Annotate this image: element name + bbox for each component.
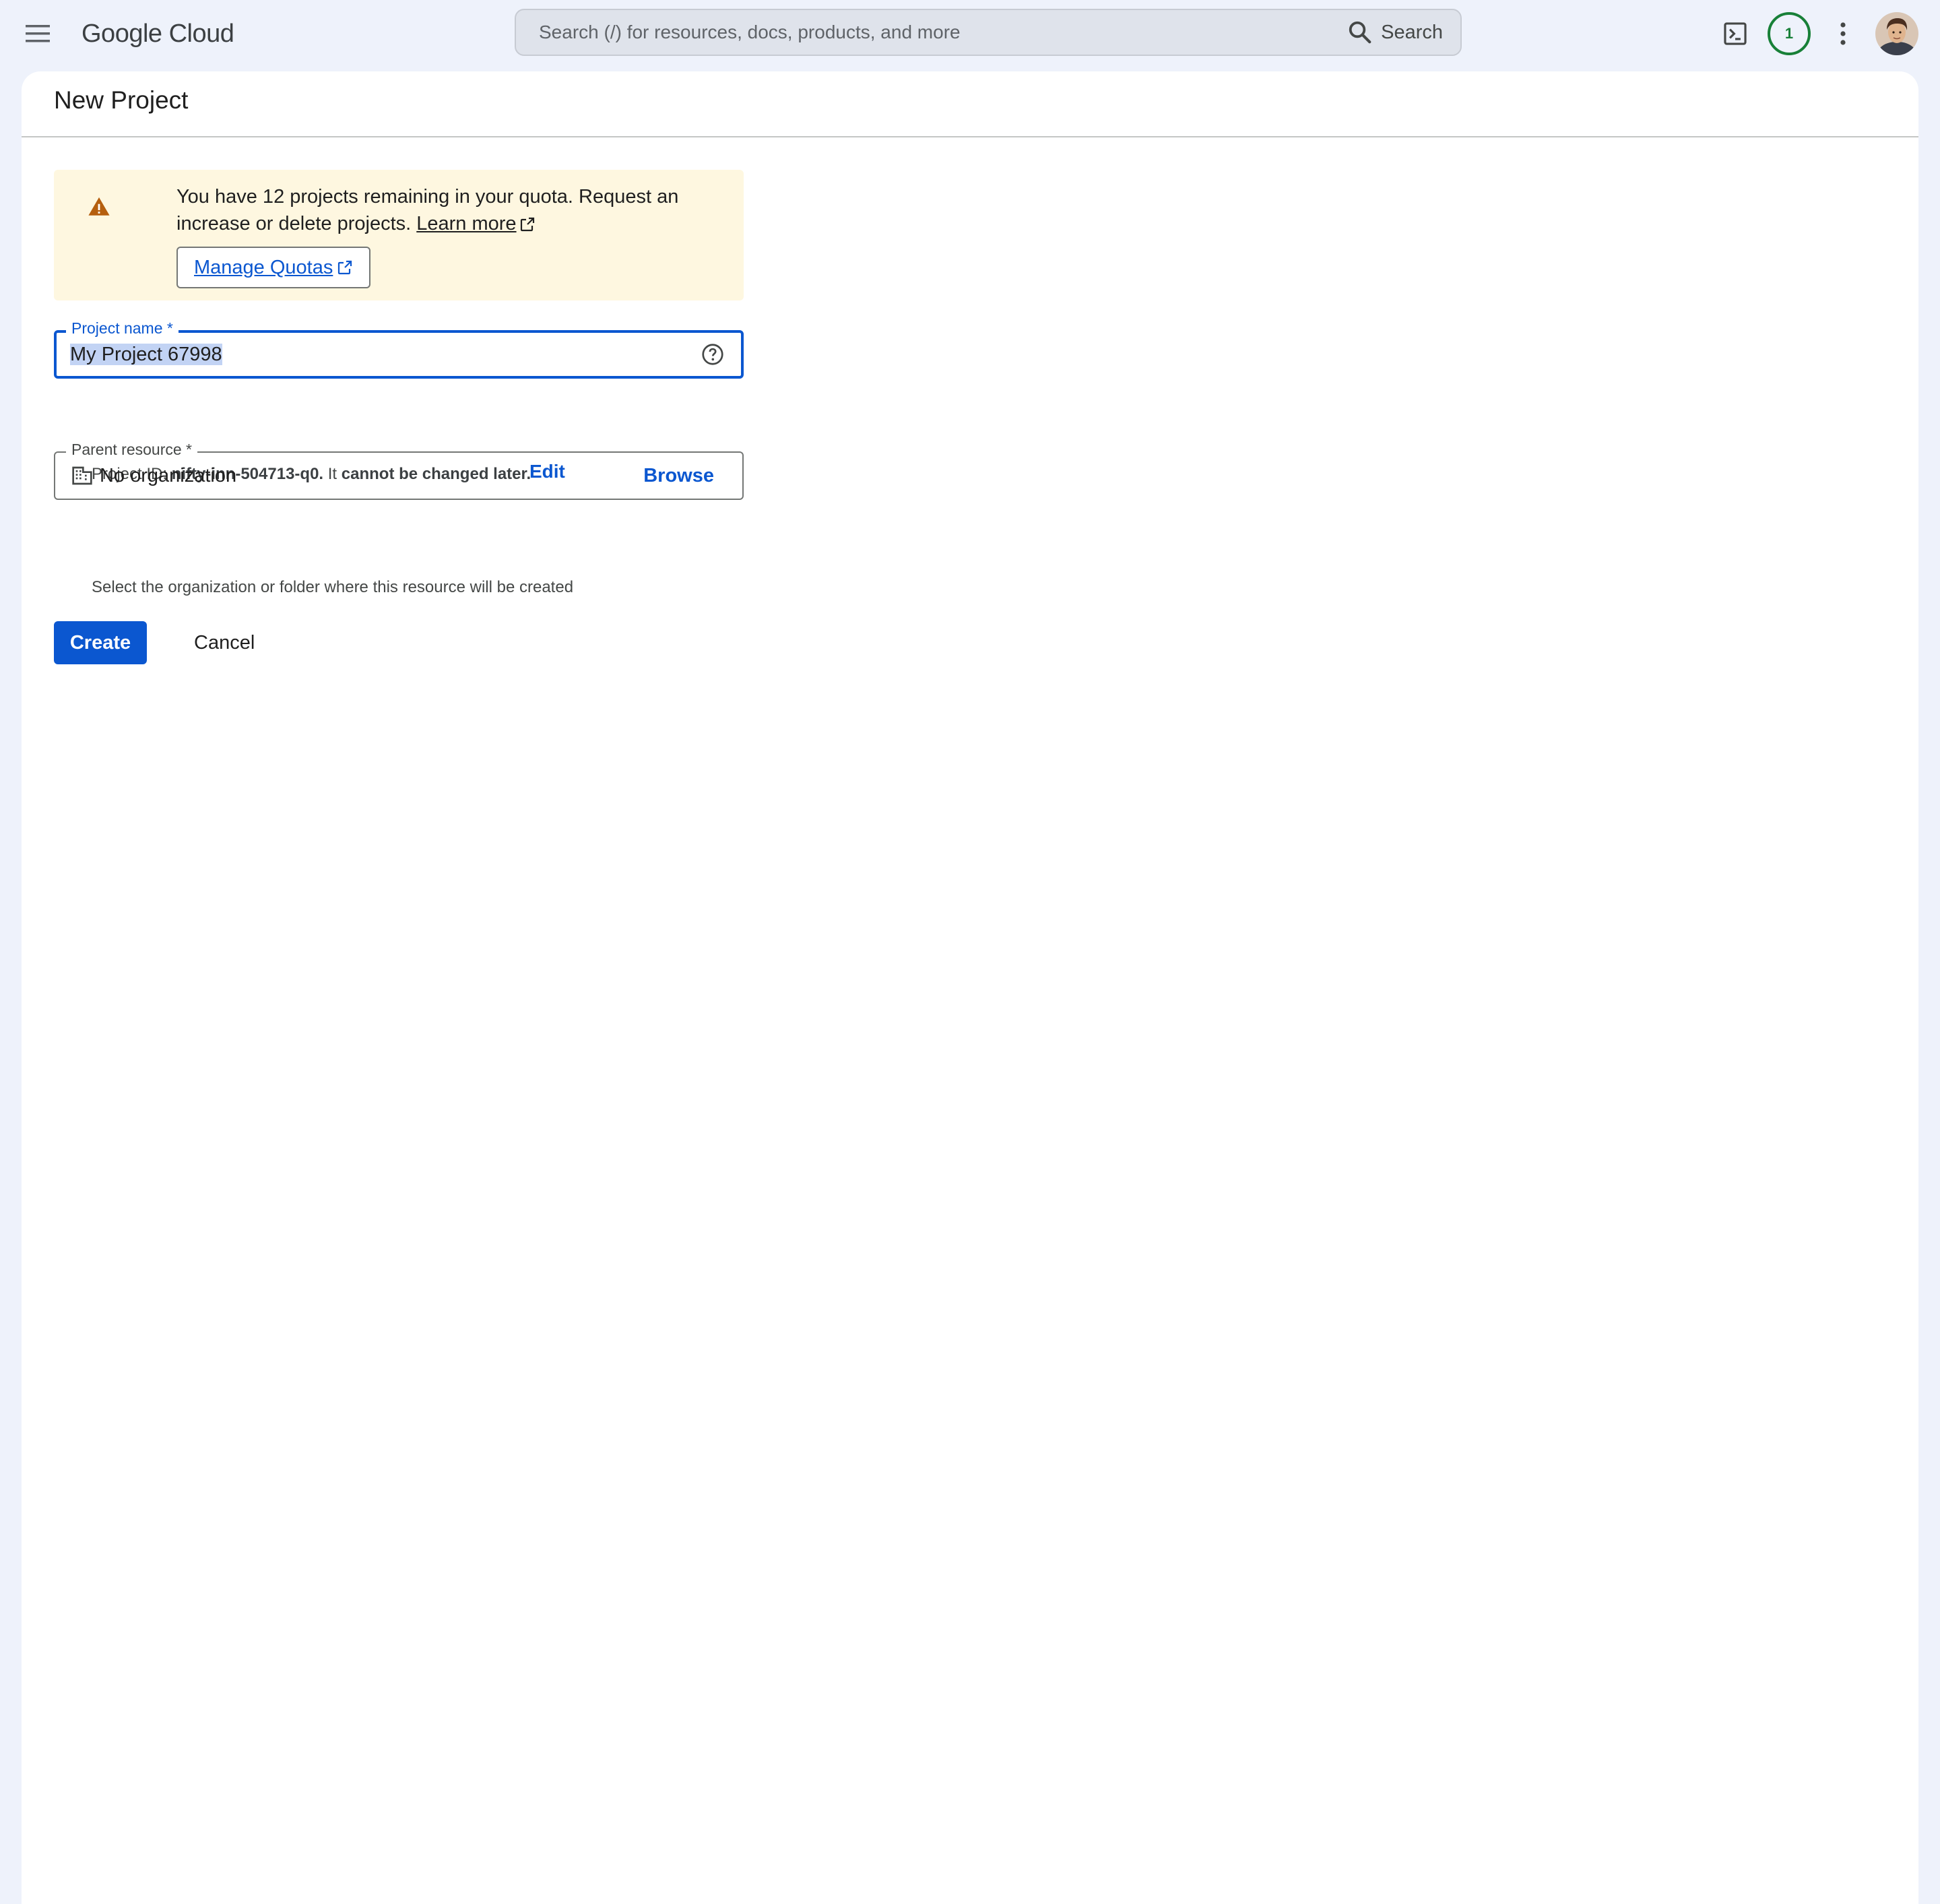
page-title: New Project xyxy=(54,86,189,114)
create-button[interactable]: Create xyxy=(54,621,147,664)
parent-resource-hint: Select the organization or folder where … xyxy=(92,578,574,596)
browse-button[interactable]: Browse xyxy=(643,462,714,489)
project-name-label: Project name * xyxy=(66,318,179,338)
cloud-shell-button[interactable] xyxy=(1715,13,1755,54)
user-avatar-icon xyxy=(1875,12,1918,55)
parent-resource-label: Parent resource * xyxy=(66,439,197,459)
search-icon xyxy=(1349,21,1371,44)
account-avatar[interactable] xyxy=(1875,12,1918,55)
warning-icon xyxy=(88,197,110,216)
main-menu-button[interactable] xyxy=(18,13,58,54)
quota-message-block: You have 12 projects remaining in your q… xyxy=(176,183,736,237)
manage-quotas-label: Manage Quotas xyxy=(194,256,333,278)
panel-header: New Project xyxy=(22,71,1918,137)
new-project-panel: New Project You have 12 projects remaini… xyxy=(22,71,1918,1904)
manage-quotas-button[interactable]: Manage Quotas xyxy=(176,247,371,288)
search-bar[interactable]: Search xyxy=(515,9,1462,56)
quota-warning-banner: You have 12 projects remaining in your q… xyxy=(54,170,744,300)
project-name-field[interactable]: Project name * My Project 67998 xyxy=(54,318,744,379)
hamburger-menu-icon xyxy=(26,25,50,42)
search-button-label: Search xyxy=(1381,21,1443,43)
search-button[interactable]: Search xyxy=(1347,10,1443,55)
external-link-icon xyxy=(520,217,534,232)
cancel-button[interactable]: Cancel xyxy=(181,621,268,664)
learn-more-label: Learn more xyxy=(416,213,517,234)
help-icon[interactable] xyxy=(701,342,725,367)
project-name-value: My Project 67998 xyxy=(70,344,222,365)
google-cloud-logo[interactable]: Google Cloud xyxy=(82,15,234,53)
building-icon xyxy=(72,466,92,485)
learn-more-link[interactable]: Learn more xyxy=(416,213,535,234)
search-input[interactable] xyxy=(539,10,1280,55)
project-name-input[interactable]: My Project 67998 xyxy=(70,341,222,368)
terminal-icon xyxy=(1724,22,1747,45)
external-link-icon xyxy=(338,260,352,275)
top-bar: Google Cloud Search 1 xyxy=(0,0,1940,67)
more-vert-icon xyxy=(1840,22,1846,45)
parent-resource-field[interactable]: Parent resource * No organization Browse xyxy=(54,439,744,500)
parent-resource-value: No organization xyxy=(100,465,237,486)
more-options-button[interactable] xyxy=(1823,13,1863,54)
notifications-badge[interactable]: 1 xyxy=(1768,12,1811,55)
